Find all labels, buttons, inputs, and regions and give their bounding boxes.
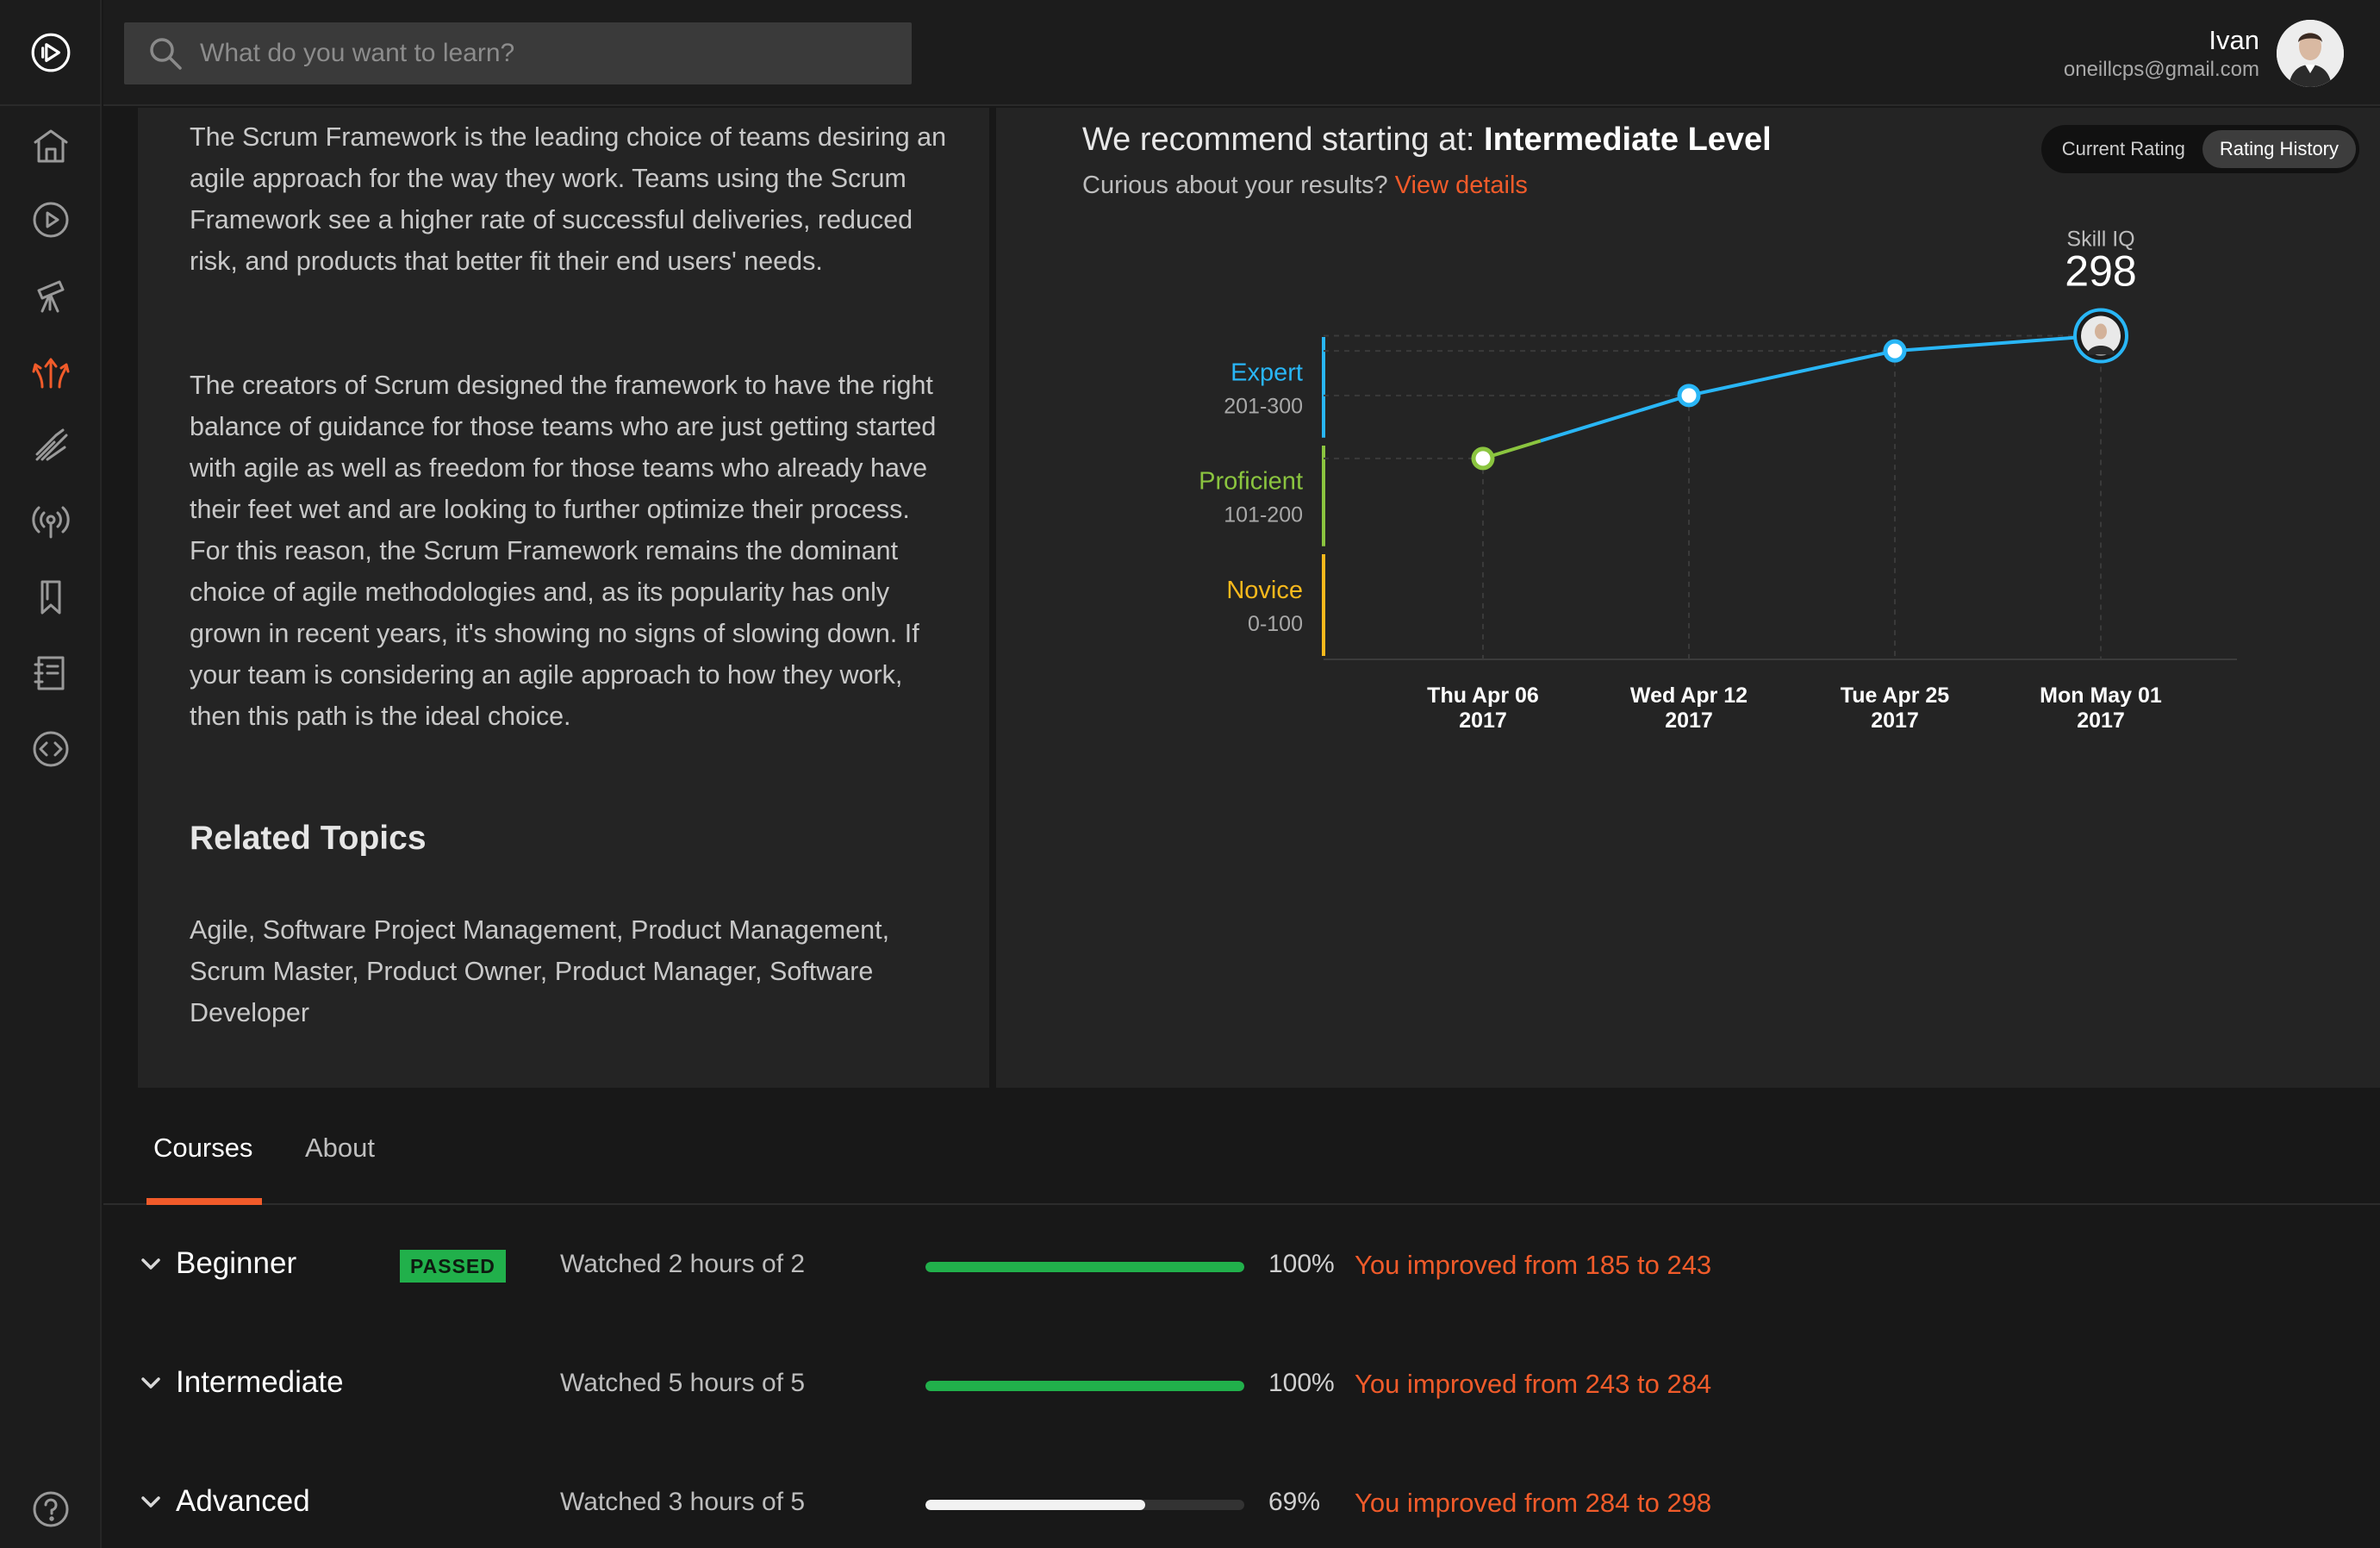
band-range-novice: 0-100 <box>1248 612 1303 636</box>
related-topics-list: Agile, Software Project Management, Prod… <box>190 915 890 1027</box>
broadcast-icon <box>32 506 70 539</box>
user-info: Ivan oneillcps@gmail.com <box>2064 24 2259 83</box>
band-label-expert: Expert <box>1230 359 1303 386</box>
user-email: oneillcps@gmail.com <box>2063 58 2259 81</box>
progress-fill <box>925 1262 1244 1272</box>
tab-about[interactable]: About <box>305 1133 375 1164</box>
nav-channels[interactable] <box>28 498 74 545</box>
course-row-intermediate[interactable]: Intermediate Watched 5 hours of 5 100% Y… <box>103 1350 2380 1419</box>
user-menu[interactable]: Ivan oneillcps@gmail.com <box>2064 17 2344 90</box>
series-segment <box>1540 393 1690 443</box>
course-name: Beginner <box>176 1246 297 1280</box>
notebook-icon <box>34 656 65 690</box>
band-range-proficient: 101-200 <box>1224 502 1303 527</box>
skills-icon <box>35 428 68 461</box>
nav-home[interactable] <box>28 122 74 169</box>
tab-active-indicator <box>146 1198 262 1205</box>
progress-percent: 100% <box>1268 1250 1335 1278</box>
help-icon <box>33 1491 69 1527</box>
search-input[interactable] <box>200 28 912 79</box>
skill-iq-value: 298 <box>2065 247 2136 296</box>
data-point <box>1471 446 1495 471</box>
passed-badge: PASSED <box>400 1250 506 1283</box>
description-paragraph-2: The creators of Scrum designed the frame… <box>190 371 937 731</box>
course-row-beginner[interactable]: Beginner PASSED Watched 2 hours of 2 100… <box>103 1231 2380 1300</box>
course-name: Intermediate <box>176 1365 344 1399</box>
x-tick-year: 2017 <box>1459 708 1507 733</box>
improvement-text: You improved from 243 to 284 <box>1355 1369 1712 1399</box>
improvement-text: You improved from 284 to 298 <box>1355 1488 1712 1518</box>
progress-percent: 100% <box>1268 1369 1335 1397</box>
top-bar: Ivan oneillcps@gmail.com <box>103 0 2380 106</box>
app-logo[interactable] <box>0 0 102 106</box>
progress-bar <box>925 1381 1244 1391</box>
progress-bar <box>925 1262 1244 1272</box>
chevron-down-icon[interactable] <box>138 1489 164 1515</box>
related-topics-title: Related Topics <box>190 820 427 857</box>
course-name: Advanced <box>176 1484 310 1518</box>
home-icon <box>34 129 68 163</box>
left-nav-rail <box>0 0 102 1548</box>
band-label-proficient: Proficient <box>1199 467 1303 495</box>
nav-browse[interactable] <box>28 197 74 243</box>
nav-skills[interactable] <box>28 422 74 469</box>
band-label-novice: Novice <box>1226 577 1303 604</box>
path-description-panel: The Scrum Framework is the leading choic… <box>138 108 989 1088</box>
nav-paths[interactable] <box>28 348 74 395</box>
telescope-icon <box>37 280 65 313</box>
progress-percent: 69% <box>1268 1488 1321 1516</box>
search-box[interactable] <box>124 22 912 84</box>
progress-fill <box>925 1500 1146 1510</box>
progress-fill <box>925 1381 1244 1391</box>
watched-text: Watched 2 hours of 2 <box>560 1250 806 1278</box>
skill-chart-panel: We recommend starting at: Intermediate L… <box>996 108 2380 1088</box>
data-point <box>1883 339 1907 363</box>
x-tick-date: Thu Apr 06 <box>1427 683 1539 708</box>
x-tick-year: 2017 <box>2077 708 2125 733</box>
paths-icon <box>32 358 70 389</box>
current-point-face <box>2095 323 2107 340</box>
nav-discover[interactable] <box>28 272 74 319</box>
watched-text: Watched 5 hours of 5 <box>560 1369 806 1397</box>
play-circle-icon <box>33 202 69 238</box>
data-point <box>1677 384 1701 408</box>
user-name: Ivan <box>2209 25 2259 55</box>
improvement-text: You improved from 185 to 243 <box>1355 1250 1712 1280</box>
nav-help[interactable] <box>28 1486 74 1532</box>
tab-courses[interactable]: Courses <box>153 1133 252 1164</box>
watched-text: Watched 3 hours of 5 <box>560 1488 806 1516</box>
x-tick-year: 2017 <box>1871 708 1919 733</box>
x-tick-date: Wed Apr 12 <box>1630 683 1748 708</box>
x-tick-year: 2017 <box>1665 708 1713 733</box>
user-portrait-icon <box>2277 20 2344 87</box>
x-tick-date: Mon May 01 <box>2040 683 2162 708</box>
skill-iq-chart: Expert 201-300 Proficient 101-200 Novice 0-10… <box>1199 228 2237 733</box>
description-paragraph-1: The Scrum Framework is the leading choic… <box>190 122 947 276</box>
course-row-advanced[interactable]: Advanced Watched 3 hours of 5 69% You im… <box>103 1469 2380 1538</box>
series-segment <box>1894 334 2102 353</box>
band-range-expert: 201-300 <box>1224 394 1303 418</box>
progress-bar <box>925 1500 1244 1510</box>
nav-notes[interactable] <box>28 650 74 696</box>
code-icon <box>33 731 69 767</box>
chevron-down-icon[interactable] <box>138 1370 164 1396</box>
x-tick-date: Tue Apr 25 <box>1841 683 1950 708</box>
series-segment <box>1688 349 1896 397</box>
nav-code[interactable] <box>28 726 74 772</box>
bookmark-icon <box>40 580 61 615</box>
nav-bookmarks[interactable] <box>28 574 74 621</box>
course-tabs: Courses About <box>103 1088 2380 1205</box>
chevron-down-icon[interactable] <box>138 1252 164 1277</box>
avatar[interactable] <box>2277 20 2344 87</box>
logo-play-icon <box>31 33 71 72</box>
search-icon <box>146 34 184 72</box>
